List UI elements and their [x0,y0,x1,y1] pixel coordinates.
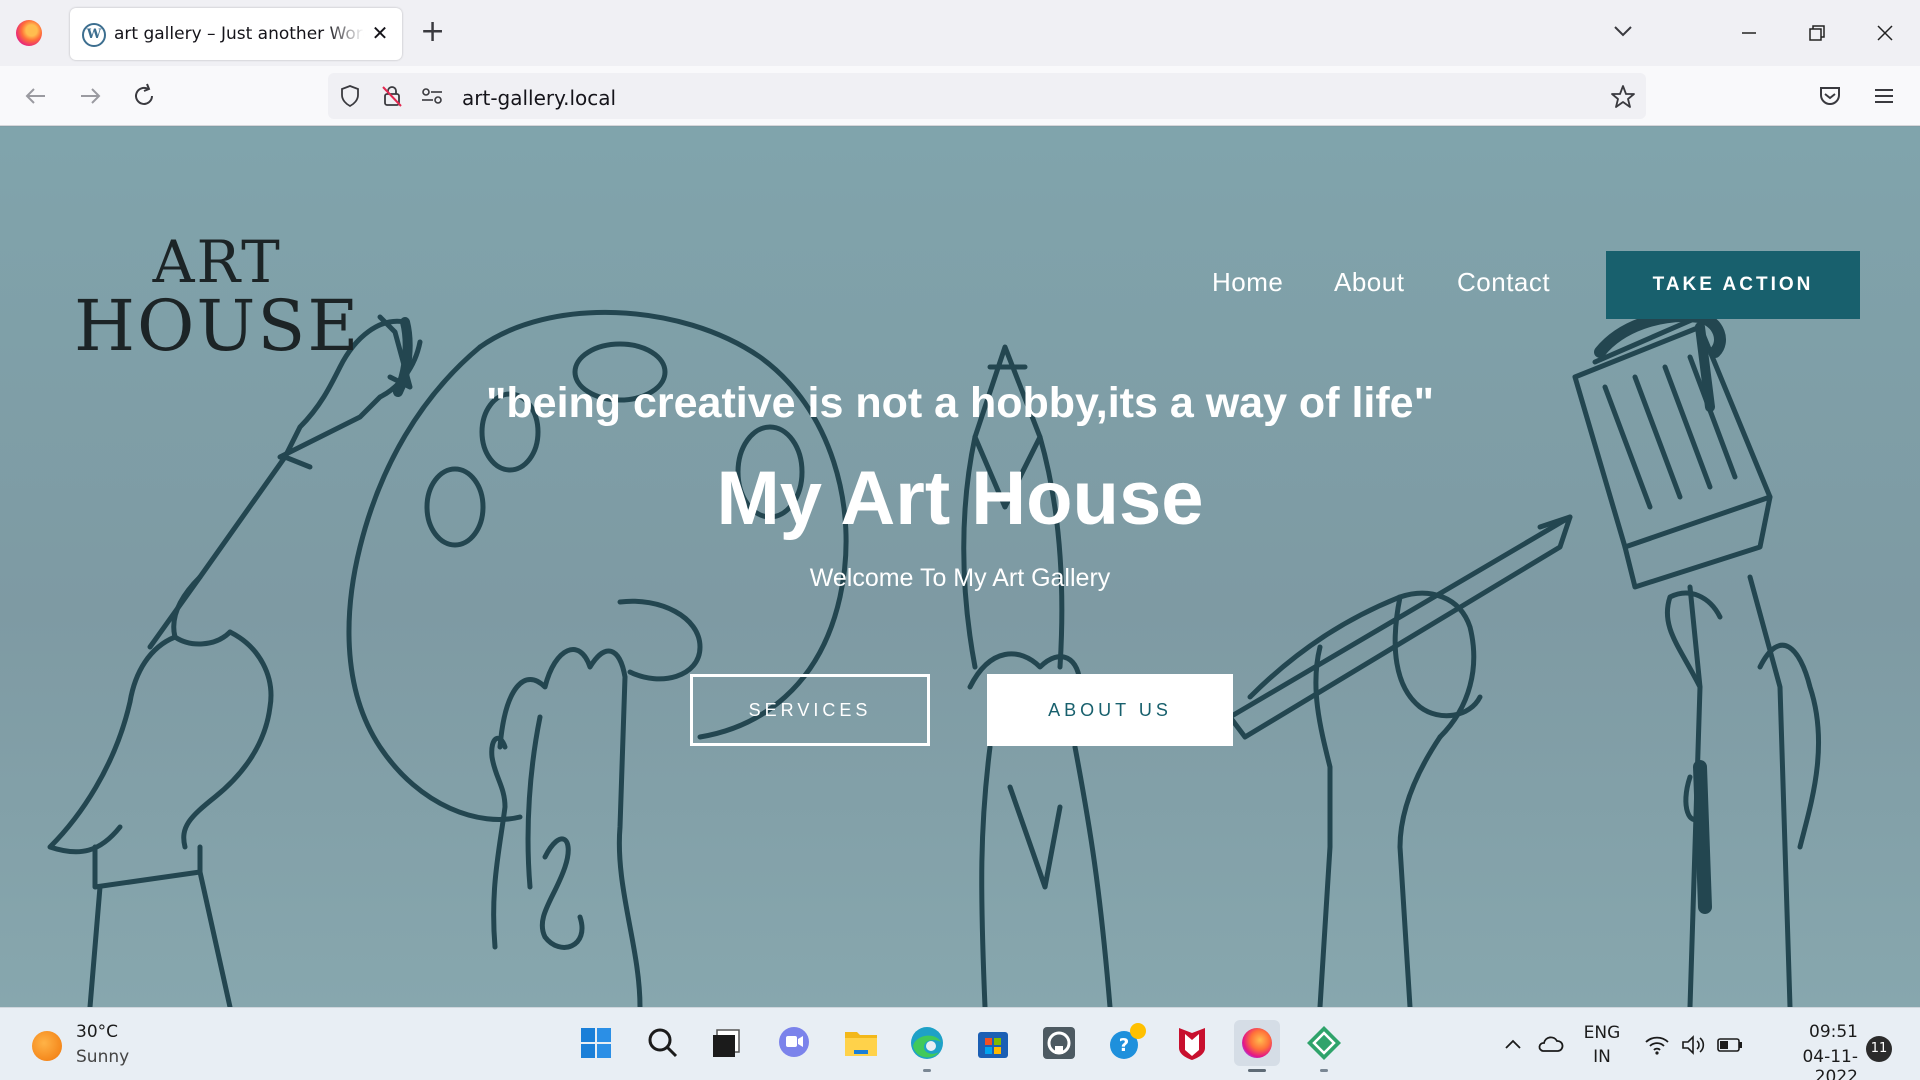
take-action-button[interactable]: TAKE ACTION [1606,251,1860,319]
sunny-weather-icon[interactable] [32,1031,62,1061]
nav-link-about[interactable]: About [1334,267,1404,298]
taskbar-search-button[interactable] [640,1020,686,1066]
menu-hamburger-icon[interactable] [1870,82,1898,110]
back-icon[interactable] [22,82,50,110]
help-icon: ? [1110,1023,1146,1059]
list-all-tabs-icon[interactable] [1610,18,1636,44]
get-help-button[interactable]: ? [1103,1020,1149,1066]
search-icon [648,1028,678,1058]
tracking-protection-shield-icon[interactable] [338,84,362,108]
clock-date[interactable]: 04-11-2022 [1762,1047,1858,1080]
chat-icon [779,1027,809,1057]
running-indicator [1320,1069,1328,1072]
hero-quote: "being creative is not a hobby,its a way… [486,379,1434,427]
start-button[interactable] [573,1020,619,1066]
close-window-icon[interactable] [1870,18,1900,48]
app-icon [1307,1026,1341,1060]
forward-icon[interactable] [76,82,104,110]
site-permissions-icon[interactable] [420,85,444,107]
running-indicator [1248,1069,1266,1072]
wifi-icon[interactable] [1644,1034,1670,1056]
logo-line-art: ART [152,228,282,296]
task-view-button[interactable] [705,1020,751,1066]
browser-tab-bar: W art gallery – Just another WordPress s… [0,0,1920,66]
weather-temperature[interactable]: 30°C [76,1022,118,1042]
windows-taskbar: 30°C Sunny ? ENG IN 09:51 04-11-2022 11 [0,1007,1920,1080]
browser-toolbar: art-gallery.local [0,66,1920,126]
reload-icon[interactable] [130,82,158,110]
volume-icon[interactable] [1680,1034,1708,1056]
onedrive-cloud-icon[interactable] [1536,1034,1564,1056]
nav-link-home[interactable]: Home [1212,267,1283,298]
running-indicator [923,1069,931,1072]
teams-chat-button[interactable] [771,1020,817,1066]
url-bar[interactable]: art-gallery.local [328,73,1646,119]
clock-time[interactable]: 09:51 [1762,1022,1858,1042]
edge-browser-button[interactable] [904,1020,950,1072]
taskbar-app-button[interactable] [1036,1020,1082,1066]
taskbar-app-button[interactable] [1301,1020,1347,1072]
url-text[interactable]: art-gallery.local [462,86,616,110]
battery-icon[interactable] [1716,1036,1744,1054]
language-region[interactable]: IN [1580,1047,1624,1067]
weather-description[interactable]: Sunny [76,1047,129,1067]
nav-link-contact[interactable]: Contact [1457,267,1550,298]
wordpress-icon: W [82,23,106,47]
insecure-connection-icon[interactable] [380,84,404,108]
minimize-icon[interactable] [1734,18,1764,48]
mcafee-shield-icon [1179,1028,1205,1060]
new-tab-icon[interactable]: + [420,16,445,48]
restore-icon[interactable] [1802,18,1832,48]
hero-subheadline: Welcome To My Art Gallery [809,564,1111,592]
task-view-icon [713,1029,740,1057]
notification-count-badge[interactable]: 11 [1866,1036,1892,1062]
close-tab-icon[interactable]: ✕ [368,21,392,45]
tab-title: art gallery – Just another WordPress sit… [114,24,364,44]
hero-headline: My Art House [716,456,1204,541]
mcafee-button[interactable] [1169,1020,1215,1066]
show-hidden-icons-chevron-icon[interactable] [1503,1035,1523,1055]
about-us-button[interactable]: ABOUT US [987,674,1233,746]
app-icon [1043,1027,1075,1059]
bookmark-star-icon[interactable] [1610,84,1636,110]
firefox-logo-icon[interactable] [16,20,42,46]
browser-tab[interactable]: W art gallery – Just another WordPress s… [70,8,402,60]
logo-line-house: HOUSE [74,285,361,367]
edge-icon [911,1027,943,1059]
pocket-icon[interactable] [1816,82,1844,110]
firefox-icon [1242,1028,1272,1058]
windows-start-icon [581,1028,611,1058]
language-indicator[interactable]: ENG [1580,1023,1624,1043]
store-icon [978,1032,1008,1058]
folder-icon [845,1032,877,1056]
services-button[interactable]: SERVICES [690,674,930,746]
site-logo[interactable]: ART HOUSE [74,233,360,361]
hero-section: ART HOUSE Home About Contact TAKE ACTION… [0,127,1920,1007]
microsoft-store-button[interactable] [970,1020,1016,1066]
file-explorer-button[interactable] [838,1020,884,1066]
svg-text:?: ? [1119,1035,1129,1056]
firefox-taskbar-button[interactable] [1234,1020,1280,1072]
